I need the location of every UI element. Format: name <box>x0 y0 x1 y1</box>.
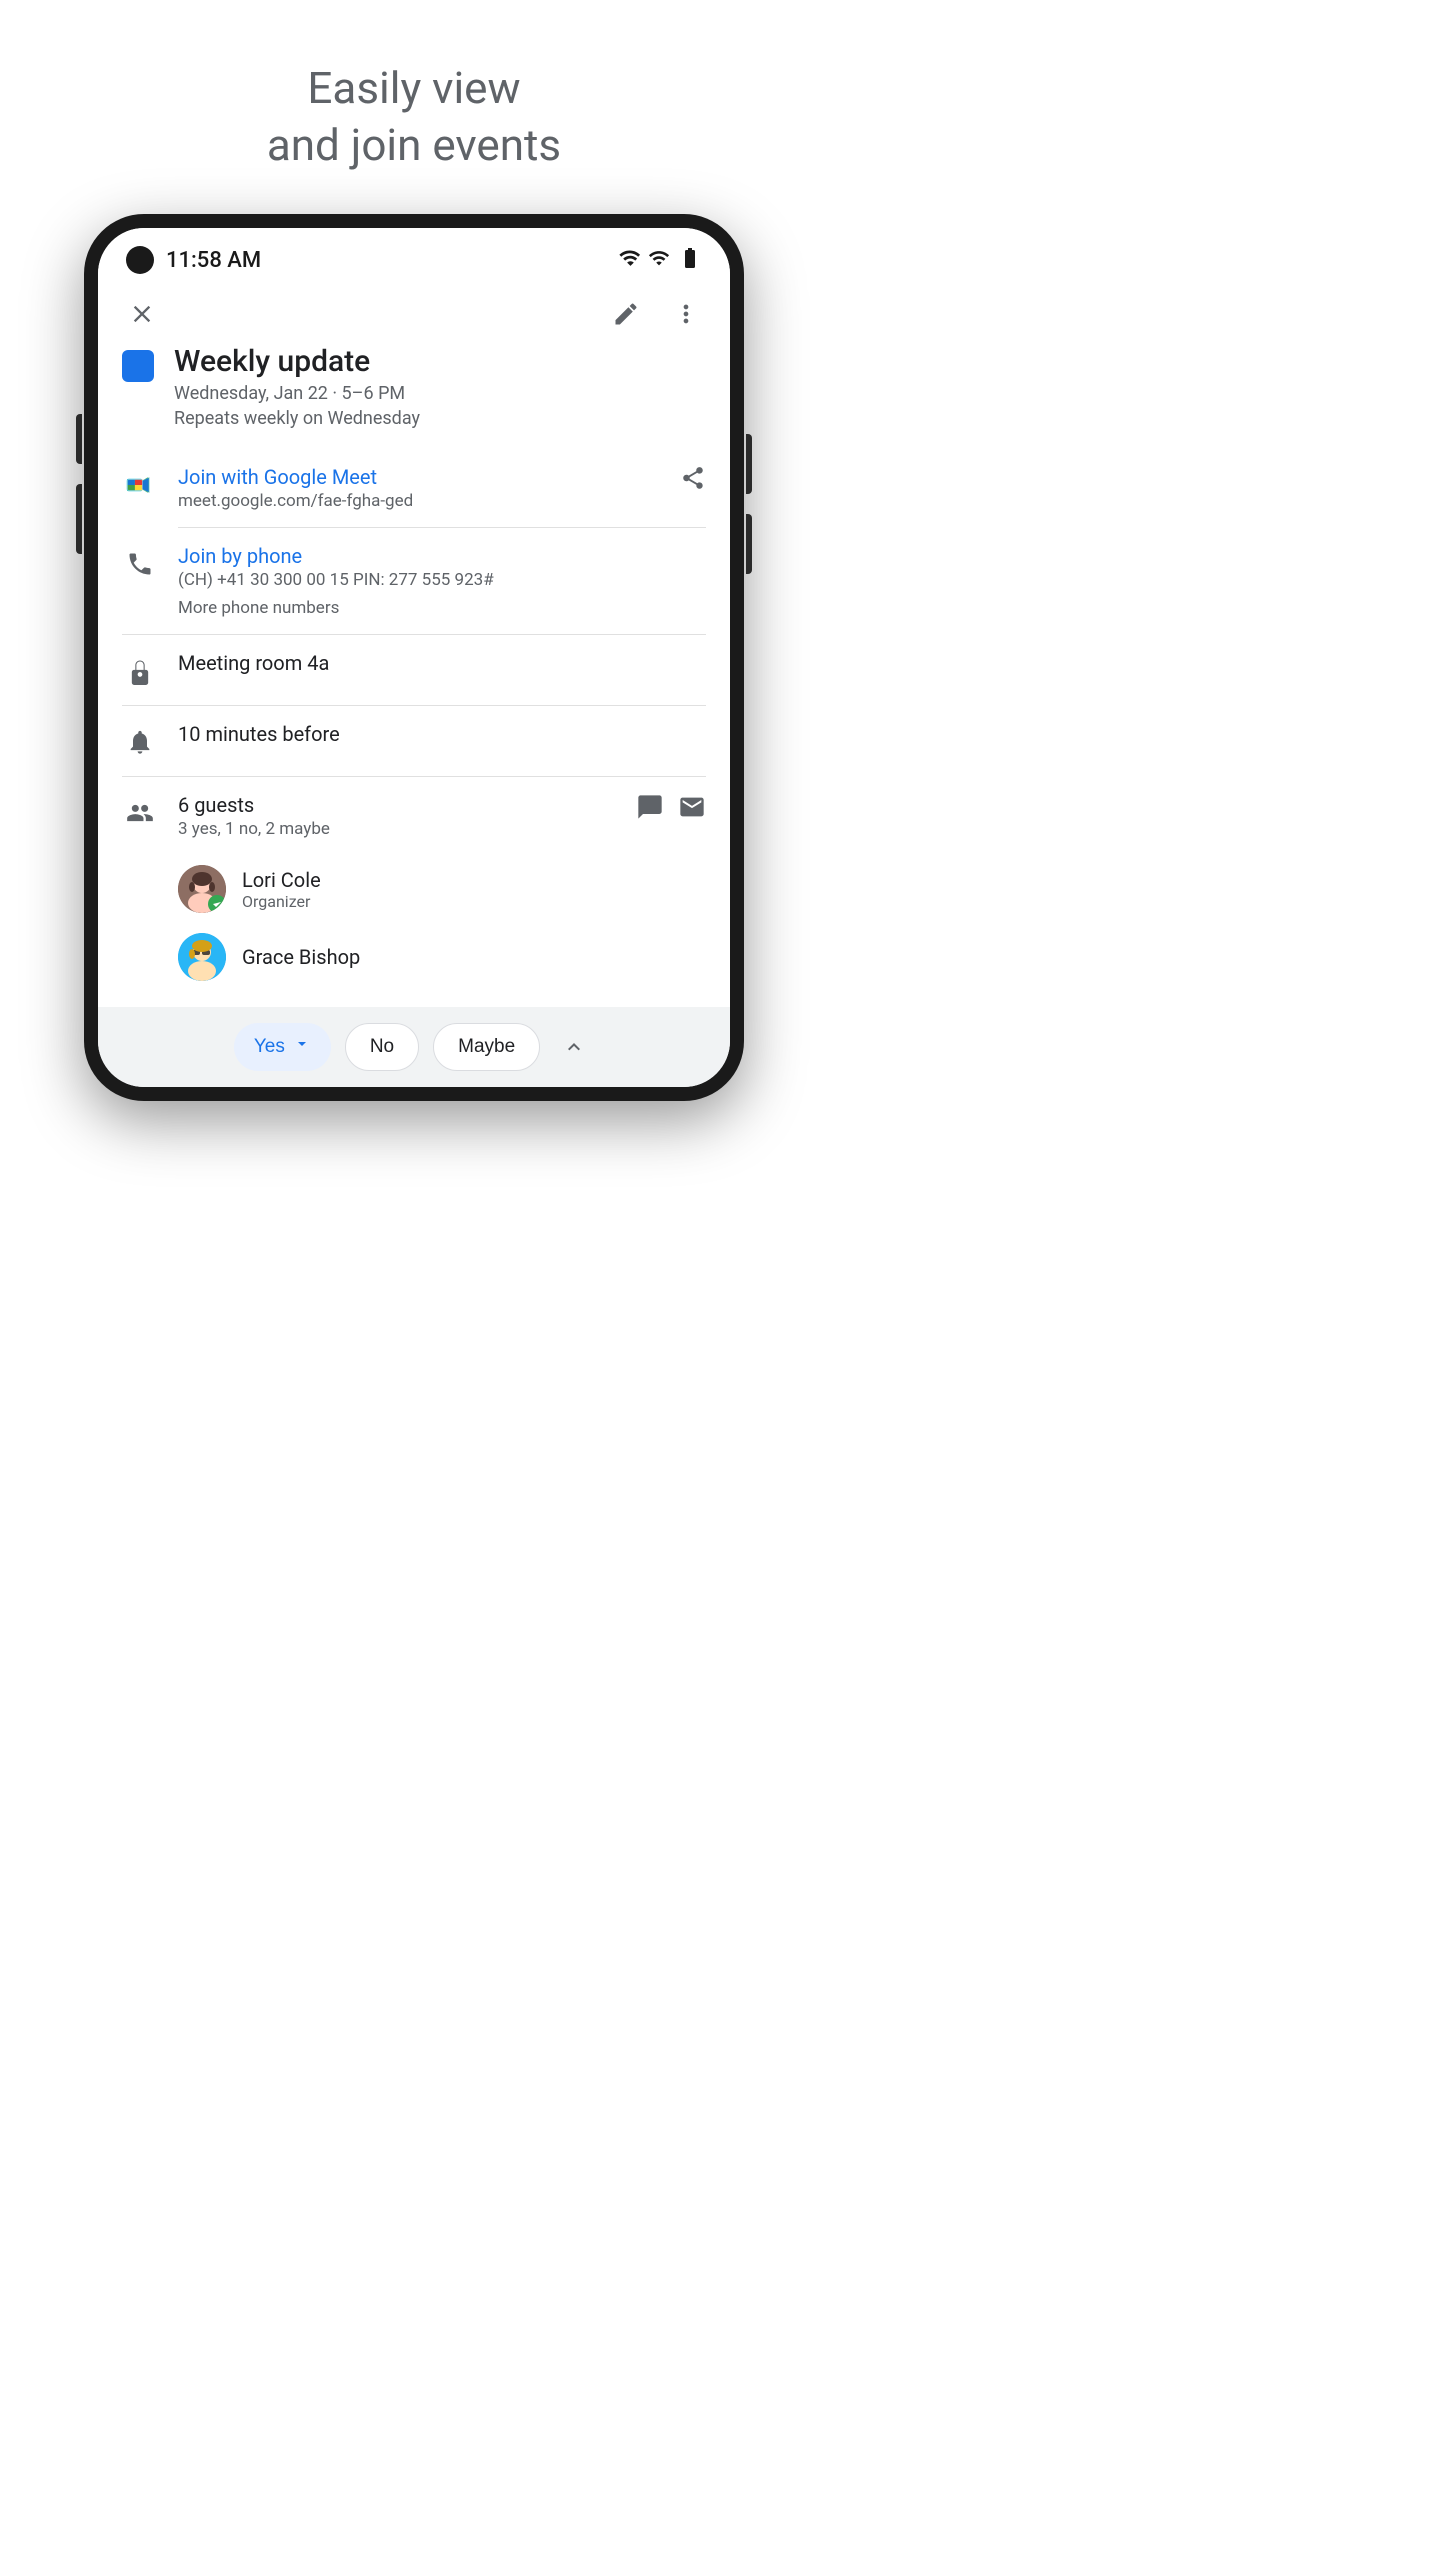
volume-down-button <box>76 484 82 554</box>
event-recurrence: Repeats weekly on Wednesday <box>174 408 420 429</box>
reminder-row: 10 minutes before <box>122 706 706 776</box>
rsvp-yes-button[interactable]: Yes <box>234 1023 331 1071</box>
list-item: Lori Cole Organizer <box>122 855 706 923</box>
rsvp-dropdown-arrow[interactable] <box>293 1035 311 1059</box>
room-icon <box>122 653 158 689</box>
guest-role: Organizer <box>242 892 321 911</box>
event-date: Wednesday, Jan 22 · 5–6 PM <box>174 383 420 404</box>
rsvp-no-button[interactable]: No <box>345 1023 419 1071</box>
reminder-text: 10 minutes before <box>178 722 706 746</box>
guests-actions <box>636 793 706 825</box>
guest-name: Lori Cole <box>242 868 321 892</box>
avatar <box>178 865 226 913</box>
phone-row: Join by phone (CH) +41 30 300 00 15 PIN:… <box>122 528 706 634</box>
accepted-badge <box>208 895 226 913</box>
camera-indicator <box>126 246 154 274</box>
guest-details: Lori Cole Organizer <box>242 868 321 911</box>
guests-title: 6 guests <box>178 793 616 817</box>
guest-list: Lori Cole Organizer <box>122 855 706 991</box>
guest-details: Grace Bishop <box>242 945 360 969</box>
status-bar: 11:58 AM <box>98 228 730 284</box>
event-content: Weekly update Wednesday, Jan 22 · 5–6 PM… <box>98 344 730 1007</box>
status-time: 11:58 AM <box>166 248 261 273</box>
meet-icon <box>122 467 158 503</box>
event-color-indicator <box>122 350 154 382</box>
guests-icon <box>122 795 158 831</box>
promo-heading: Easily view and join events <box>267 60 561 174</box>
toolbar-actions <box>606 294 706 334</box>
reminder-label: 10 minutes before <box>178 722 706 746</box>
guests-summary: 3 yes, 1 no, 2 maybe <box>178 819 616 839</box>
signal-icon <box>648 247 670 273</box>
event-title-row: Weekly update Wednesday, Jan 22 · 5–6 PM… <box>122 344 706 429</box>
room-text: Meeting room 4a <box>178 651 706 675</box>
more-options-button[interactable] <box>666 294 706 334</box>
guests-row: 6 guests 3 yes, 1 no, 2 maybe <box>122 777 706 855</box>
guest-name: Grace Bishop <box>242 945 360 969</box>
rsvp-bar: Yes No Maybe <box>98 1007 730 1087</box>
email-button[interactable] <box>678 793 706 825</box>
promo-line2: and join events <box>267 119 561 171</box>
phone-icon <box>122 546 158 582</box>
close-button[interactable] <box>122 294 162 334</box>
wifi-icon <box>618 247 640 273</box>
app-toolbar <box>98 284 730 344</box>
meet-share-button[interactable] <box>680 465 706 491</box>
meet-link: meet.google.com/fae-fgha-ged <box>178 491 660 511</box>
phone-number: (CH) +41 30 300 00 15 PIN: 277 555 923# <box>178 570 706 590</box>
promo-line1: Easily view <box>307 62 520 114</box>
phone-text: Join by phone (CH) +41 30 300 00 15 PIN:… <box>178 544 706 618</box>
volume-up-button <box>76 414 82 464</box>
phone-screen: 11:58 AM <box>98 228 730 1087</box>
rsvp-maybe-button[interactable]: Maybe <box>433 1023 540 1071</box>
room-label: Meeting room 4a <box>178 651 706 675</box>
event-title: Weekly update <box>174 344 420 379</box>
meet-text: Join with Google Meet meet.google.com/fa… <box>178 465 660 511</box>
list-item: Grace Bishop <box>122 923 706 991</box>
status-icons <box>618 246 702 274</box>
guests-info: 6 guests 3 yes, 1 no, 2 maybe <box>178 793 616 839</box>
event-title-block: Weekly update Wednesday, Jan 22 · 5–6 PM… <box>174 344 420 429</box>
avatar <box>178 933 226 981</box>
edit-button[interactable] <box>606 294 646 334</box>
collapse-button[interactable] <box>554 1027 594 1067</box>
bell-icon <box>122 724 158 760</box>
meet-join-label[interactable]: Join with Google Meet <box>178 465 660 489</box>
phone-device: 11:58 AM <box>84 214 744 1101</box>
chat-button[interactable] <box>636 793 664 825</box>
phone-join-label[interactable]: Join by phone <box>178 544 706 568</box>
room-row: Meeting room 4a <box>122 635 706 705</box>
battery-icon <box>678 246 702 274</box>
more-phone-numbers[interactable]: More phone numbers <box>178 598 706 618</box>
rsvp-yes-label: Yes <box>254 1036 285 1058</box>
meet-row: Join with Google Meet meet.google.com/fa… <box>122 449 706 527</box>
